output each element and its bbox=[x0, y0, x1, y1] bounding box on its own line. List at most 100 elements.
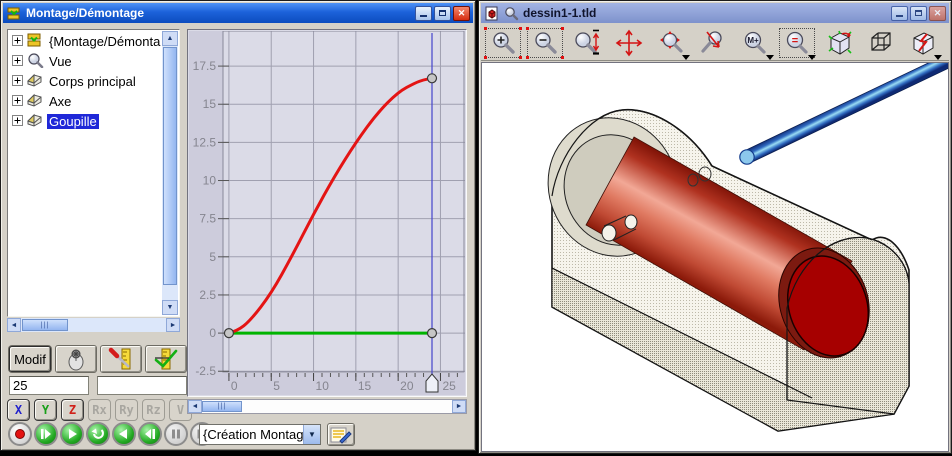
scrollbar-thumb[interactable]: ||| bbox=[202, 401, 242, 412]
scroll-up-icon[interactable]: ▲ bbox=[162, 31, 178, 46]
axis-toggle-z[interactable]: Z bbox=[61, 399, 84, 421]
screwdriver-ruler-icon bbox=[108, 347, 134, 371]
3d-scene[interactable] bbox=[482, 63, 948, 451]
step-backward-button[interactable] bbox=[138, 422, 162, 446]
expand-plus-icon[interactable] bbox=[12, 74, 23, 89]
tree-item-corps-principal[interactable]: Corps principal bbox=[9, 71, 162, 91]
zoom-dynamic-button[interactable] bbox=[568, 27, 606, 59]
tree-item-label[interactable]: Goupille bbox=[47, 114, 99, 129]
scroll-left-icon[interactable]: ◄ bbox=[7, 318, 21, 332]
chart-horizontal-scrollbar[interactable]: ◄ ||| ► bbox=[187, 399, 467, 414]
axis-toggle-y[interactable]: Y bbox=[34, 399, 57, 421]
dropdown-arrow-icon[interactable] bbox=[934, 55, 942, 60]
zoom-previous-button[interactable] bbox=[694, 27, 732, 59]
chevron-down-icon[interactable]: ▼ bbox=[303, 425, 320, 444]
scroll-left-icon[interactable]: ◄ bbox=[188, 400, 202, 413]
validate-tool-button[interactable] bbox=[145, 345, 187, 373]
pause-button[interactable] bbox=[164, 422, 188, 446]
minimize-button[interactable] bbox=[415, 6, 432, 21]
tree-item-label[interactable]: Axe bbox=[47, 94, 73, 109]
ruler-check-icon bbox=[153, 347, 179, 371]
minimize-button[interactable] bbox=[891, 6, 908, 21]
zoom-memory-button[interactable]: M+ bbox=[736, 27, 774, 59]
play-backward-button[interactable] bbox=[112, 422, 136, 446]
3d-viewport[interactable] bbox=[481, 62, 949, 452]
zoom-in-icon bbox=[490, 30, 516, 56]
close-button[interactable]: ✕ bbox=[453, 6, 470, 21]
axis-toggle-rx[interactable]: Rx bbox=[88, 399, 111, 421]
expand-plus-icon[interactable] bbox=[12, 94, 23, 109]
expand-plus-icon[interactable] bbox=[12, 34, 23, 49]
motion-chart[interactable]: 0510152025-2.502.557.51012.51517.5 bbox=[187, 29, 467, 397]
svg-text:10: 10 bbox=[316, 379, 330, 393]
svg-text:20: 20 bbox=[400, 379, 414, 393]
pin-part[interactable] bbox=[740, 63, 948, 164]
axis-toggle-ry[interactable]: Ry bbox=[115, 399, 138, 421]
axis-toggle-row: XYZRxRyRzV bbox=[7, 399, 192, 421]
drawing-window-titlebar[interactable]: dessin1-1.tld ✕ bbox=[481, 3, 949, 23]
close-button[interactable]: ✕ bbox=[929, 6, 946, 21]
section-cube-icon bbox=[908, 28, 938, 58]
expand-plus-icon[interactable] bbox=[12, 114, 23, 129]
tree-item-goupille[interactable]: Goupille bbox=[9, 111, 162, 131]
maximize-button[interactable] bbox=[910, 6, 927, 21]
render-wireframe-button[interactable] bbox=[862, 27, 900, 59]
record-icon bbox=[15, 429, 25, 439]
step-forward-icon bbox=[39, 427, 53, 441]
axis-toggle-rz[interactable]: Rz bbox=[142, 399, 165, 421]
svg-text:25: 25 bbox=[442, 379, 456, 393]
tree-horizontal-scrollbar[interactable]: ◄ ||| ► bbox=[7, 318, 180, 332]
pan-button[interactable] bbox=[610, 27, 648, 59]
tree-list: {Montage/Démonta Vue Corps principal Axe Gou… bbox=[9, 31, 162, 315]
svg-text:12.5: 12.5 bbox=[193, 135, 217, 149]
zoom-scale-button[interactable]: = bbox=[778, 27, 816, 59]
axis-toggle-x[interactable]: X bbox=[7, 399, 30, 421]
tree-vertical-scrollbar[interactable]: ▲ ▼ bbox=[162, 31, 178, 315]
zoom-memory-icon: M+ bbox=[741, 30, 769, 56]
svg-text:5: 5 bbox=[273, 379, 280, 393]
tree-item-montage-d-monta[interactable]: {Montage/Démonta bbox=[9, 31, 162, 51]
scroll-right-icon[interactable]: ► bbox=[166, 318, 180, 332]
tree-item-label[interactable]: Vue bbox=[47, 54, 74, 69]
assembly-window-titlebar[interactable]: Montage/Démontage ✕ bbox=[3, 3, 473, 23]
loop-play-button[interactable] bbox=[86, 422, 110, 446]
script-edit-icon bbox=[329, 425, 353, 445]
svg-text:10: 10 bbox=[203, 174, 217, 188]
scrollbar-thumb[interactable] bbox=[163, 47, 177, 285]
tree-item-vue[interactable]: Vue bbox=[9, 51, 162, 71]
tree-item-axe[interactable]: Axe bbox=[9, 91, 162, 111]
render-section-button[interactable] bbox=[904, 27, 942, 59]
svg-text:5: 5 bbox=[209, 250, 216, 264]
zoom-out-button[interactable] bbox=[526, 27, 564, 59]
zoom-in-button[interactable] bbox=[484, 27, 522, 59]
scroll-down-icon[interactable]: ▼ bbox=[162, 300, 178, 315]
view-icon bbox=[26, 52, 44, 71]
pause-icon bbox=[169, 427, 183, 441]
value-input[interactable] bbox=[9, 376, 89, 395]
step-forward-button[interactable] bbox=[34, 422, 58, 446]
maximize-button[interactable] bbox=[434, 6, 451, 21]
document-cube-icon bbox=[484, 5, 500, 21]
secondary-value-input[interactable] bbox=[97, 376, 187, 395]
animation-mode-combo[interactable]: {Création Montage ▼ bbox=[199, 424, 321, 445]
chart-canvas[interactable]: 0510152025-2.502.557.51012.51517.5 bbox=[189, 31, 465, 395]
combo-value[interactable]: {Création Montage bbox=[200, 425, 303, 444]
tree-item-label[interactable]: {Montage/Démonta bbox=[47, 34, 162, 49]
expand-plus-icon[interactable] bbox=[12, 54, 23, 69]
scrollbar-thumb[interactable]: ||| bbox=[22, 319, 68, 331]
tree-item-label[interactable]: Corps principal bbox=[47, 74, 138, 89]
measure-tool-button[interactable] bbox=[100, 345, 142, 373]
zoom-fit-button[interactable] bbox=[652, 27, 690, 59]
drag-tool-button[interactable] bbox=[55, 345, 97, 373]
modif-button[interactable]: Modif bbox=[9, 346, 51, 372]
dropdown-arrow-icon[interactable] bbox=[766, 55, 774, 60]
record-button[interactable] bbox=[8, 422, 32, 446]
dropdown-arrow-icon[interactable] bbox=[808, 55, 816, 60]
svg-text:0: 0 bbox=[209, 326, 216, 340]
scroll-right-icon[interactable]: ► bbox=[452, 400, 466, 413]
edit-script-button[interactable] bbox=[327, 423, 355, 446]
dropdown-arrow-icon[interactable] bbox=[682, 55, 690, 60]
render-shaded-button[interactable] bbox=[820, 27, 858, 59]
svg-text:2.5: 2.5 bbox=[199, 288, 216, 302]
play-button[interactable] bbox=[60, 422, 84, 446]
